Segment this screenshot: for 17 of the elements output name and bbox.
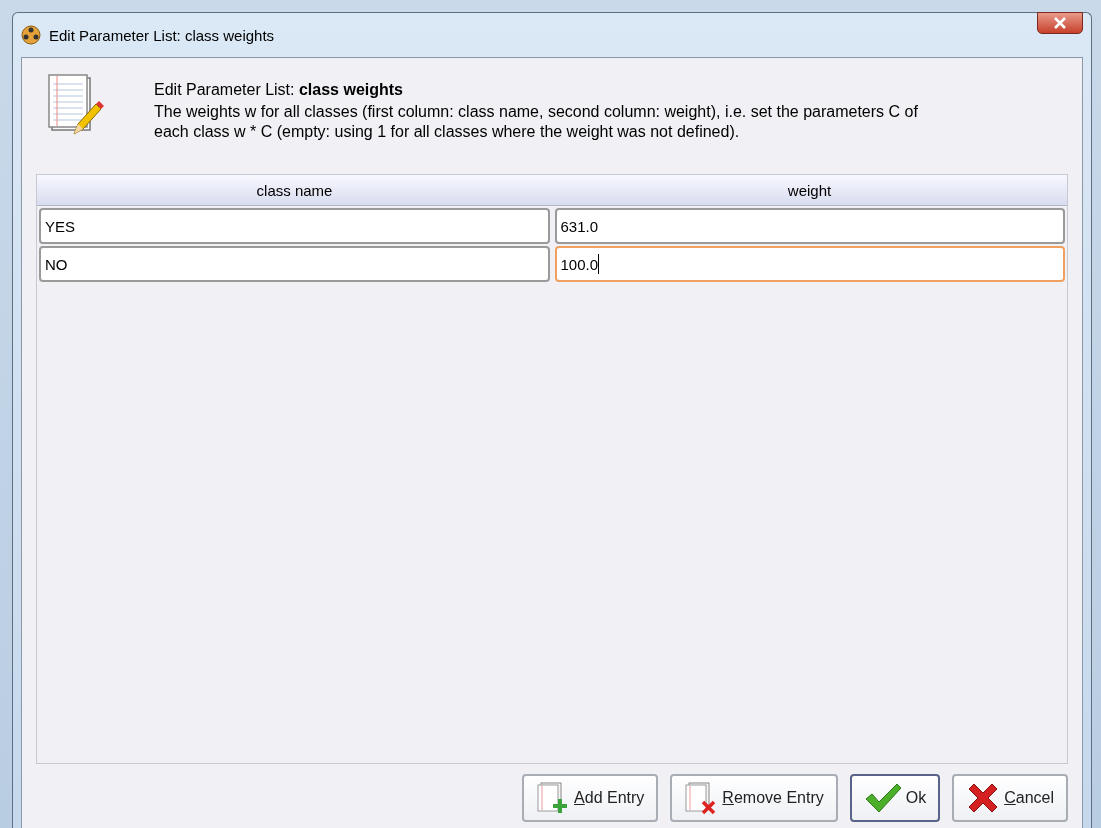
app-icon [21, 25, 41, 45]
cancel-button[interactable]: Cancel [952, 774, 1068, 822]
table-cell-field[interactable]: 100.0 [554, 246, 1065, 282]
window-title: Edit Parameter List: class weights [49, 26, 275, 44]
table-cell-field[interactable]: NO [39, 246, 550, 282]
remove-button[interactable]: Remove Entry [670, 774, 838, 822]
add-button[interactable]: Add Entry [522, 774, 659, 822]
close-icon [1053, 17, 1067, 29]
column-header[interactable]: class name [37, 175, 552, 205]
dialog-heading: Edit Parameter List: class weights [154, 80, 404, 100]
checkmark-icon [863, 782, 902, 814]
dialog-description: The weights w for all classes (first column: class name, second column: weight), i.e. set the parameters C of each class w * C (empty: using 1 for all classes where the weight was not defined). [154, 102, 919, 142]
table-cell-field[interactable]: 631.0 [554, 208, 1065, 244]
close-button[interactable] [1037, 12, 1083, 34]
table-cell-field[interactable]: YES [39, 208, 550, 244]
ok-button[interactable]: Ok [849, 774, 941, 822]
column-header[interactable]: weight [552, 175, 1067, 205]
